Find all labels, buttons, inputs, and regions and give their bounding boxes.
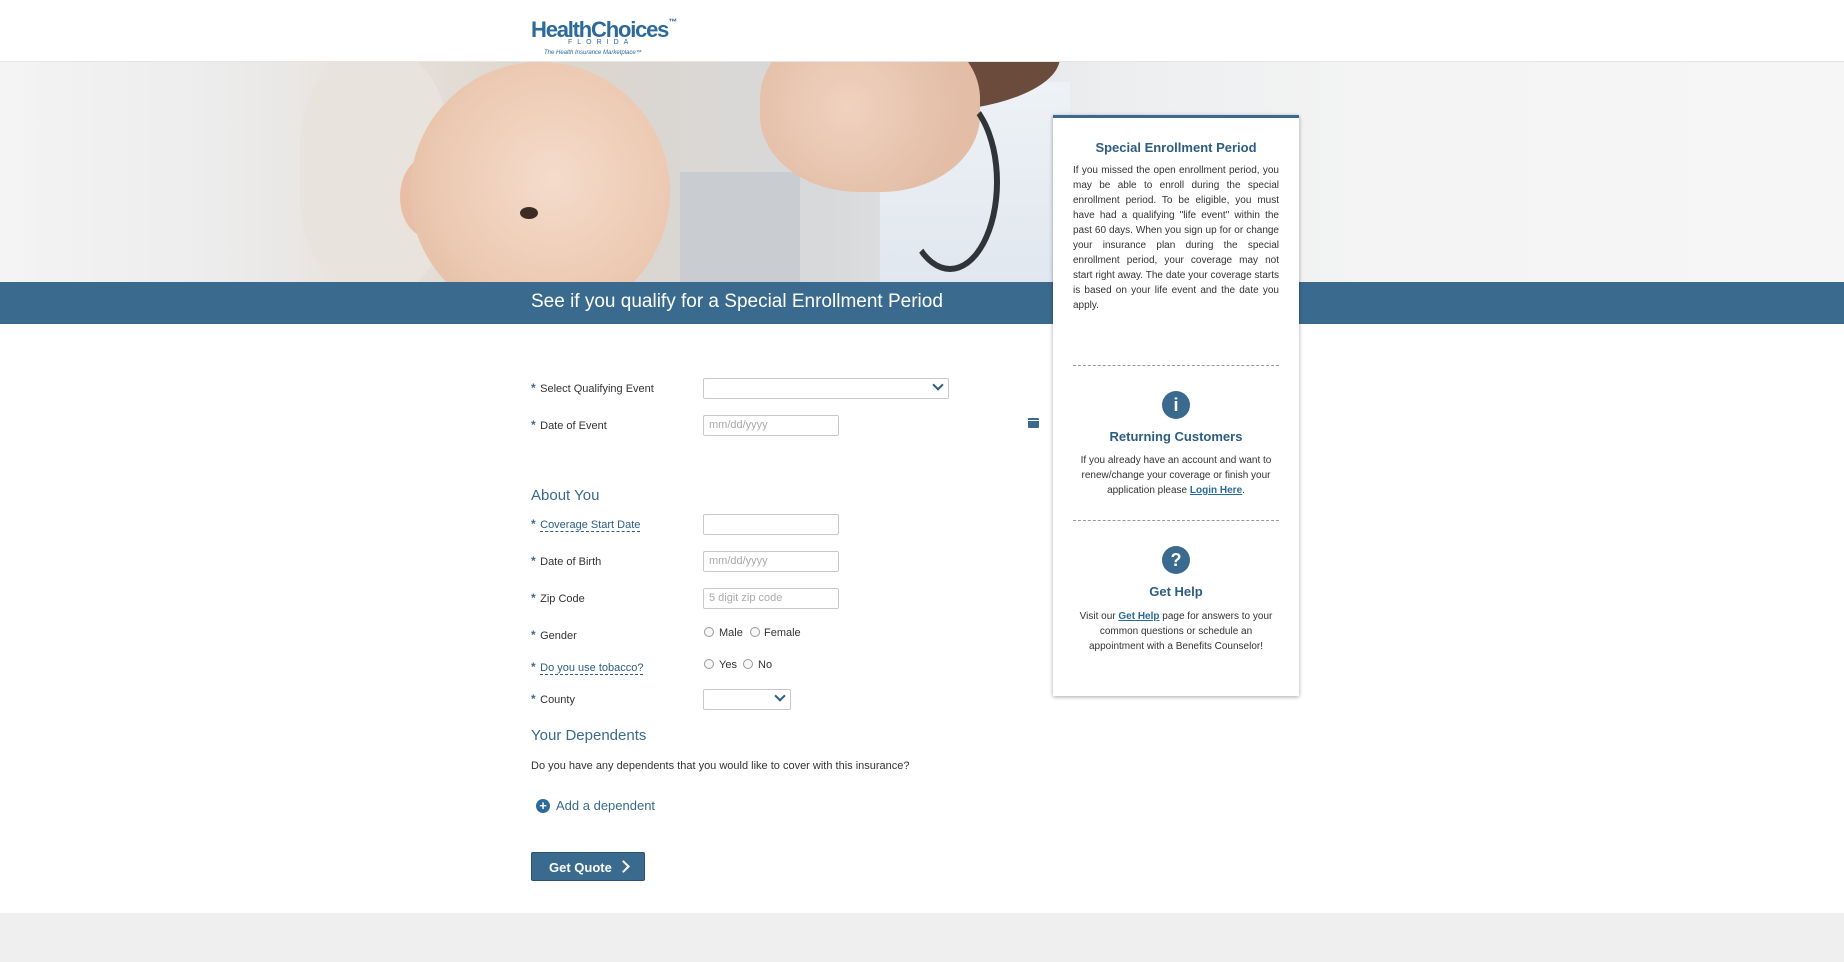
date-of-event-label: * Date of Event (531, 418, 607, 432)
logo-tagline: The Health Insurance Marketplace™ (544, 50, 642, 56)
zip-input[interactable]: 5 digit zip code (703, 588, 839, 609)
county-select[interactable] (703, 689, 791, 710)
get-quote-button[interactable]: Get Quote (531, 852, 645, 881)
get-help-text: Visit our Get Help page for answers to y… (1079, 611, 1273, 652)
dependents-heading: Your Dependents (531, 727, 647, 744)
healthchoices-logo[interactable]: HealthChoices™ FLORIDA The Health Insura… (531, 0, 677, 60)
sidebar-divider (1073, 365, 1279, 366)
login-here-link[interactable]: Login Here (1190, 485, 1242, 496)
returning-customers-title: Returning Customers (1109, 429, 1243, 444)
sep-title: Special Enrollment Period (1095, 140, 1257, 155)
about-you-heading: About You (531, 487, 600, 504)
sep-description: If you missed the open enrollment period… (1073, 165, 1279, 311)
tobacco-no-radio[interactable] (743, 659, 753, 669)
chevron-right-icon (617, 860, 630, 873)
qualifying-event-select[interactable] (703, 378, 949, 399)
question-icon: ? (1162, 546, 1190, 574)
info-icon: i (1162, 391, 1190, 419)
sidebar-divider (1073, 520, 1279, 521)
calendar-icon[interactable] (1028, 418, 1039, 428)
coverage-start-input[interactable] (703, 514, 839, 535)
gender-male-label[interactable]: Male (719, 627, 743, 639)
county-label: * County (531, 692, 575, 706)
gender-label: * Gender (531, 628, 577, 642)
qualifying-event-label: * Select Qualifying Event (531, 381, 654, 395)
gender-male-radio[interactable] (704, 627, 714, 637)
add-dependent-label: Add a dependent (556, 798, 656, 813)
returning-customers-text: If you already have an account and want … (1080, 455, 1272, 496)
chevron-down-icon (774, 690, 786, 702)
chevron-down-icon (932, 379, 944, 391)
dependents-question: Do you have any dependents that you woul… (531, 760, 910, 772)
info-sidebar: Special Enrollment Period If you missed … (1053, 115, 1299, 696)
page-banner: See if you qualify for a Special Enrollm… (0, 282, 1844, 324)
date-of-event-input[interactable]: mm/dd/yyyy (703, 415, 839, 436)
tobacco-yes-label[interactable]: Yes (719, 659, 737, 671)
site-header: HealthChoices™ FLORIDA The Health Insura… (0, 0, 1844, 62)
page-title: See if you qualify for a Special Enrollm… (531, 291, 943, 312)
hero-image (0, 62, 1844, 282)
tobacco-yes-radio[interactable] (704, 659, 714, 669)
get-help-title: Get Help (1149, 584, 1203, 599)
gender-female-radio[interactable] (750, 627, 760, 637)
dob-label: * Date of Birth (531, 554, 602, 568)
get-help-link[interactable]: Get Help (1118, 611, 1159, 622)
page-footer (0, 913, 1844, 962)
logo-state: FLORIDA (568, 39, 634, 46)
zip-label: * Zip Code (531, 591, 585, 605)
tobacco-label: * Do you use tobacco? (531, 660, 644, 675)
dob-input[interactable]: mm/dd/yyyy (703, 551, 839, 572)
plus-circle-icon: + (536, 799, 550, 813)
tobacco-no-label[interactable]: No (758, 659, 772, 671)
gender-female-label[interactable]: Female (764, 627, 801, 639)
coverage-start-label: * Coverage Start Date (531, 517, 641, 532)
